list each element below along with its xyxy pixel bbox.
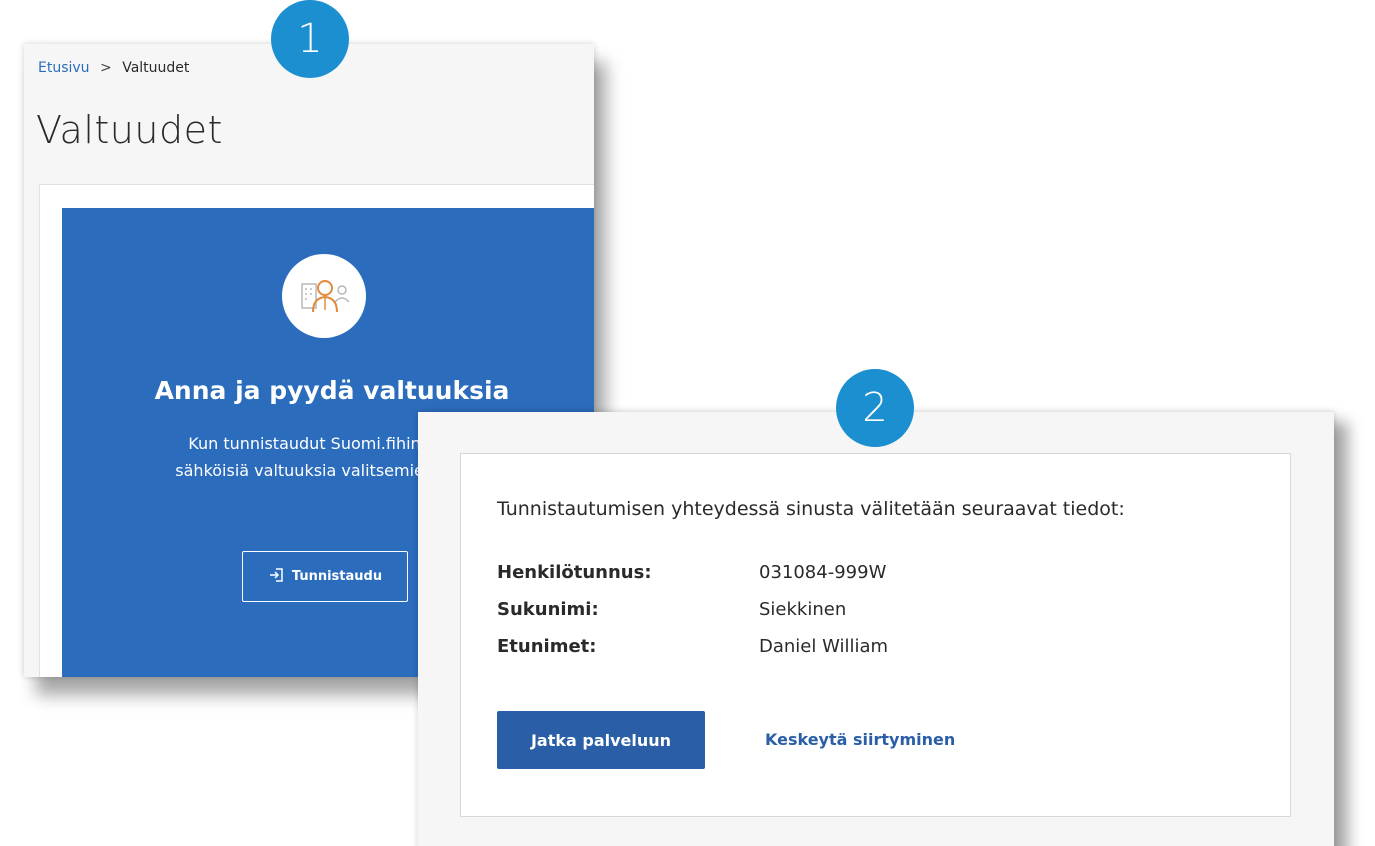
data-value: 031084-999W bbox=[759, 562, 887, 583]
breadcrumb-separator: > bbox=[100, 60, 112, 76]
breadcrumb-home-link[interactable]: Etusivu bbox=[38, 60, 90, 76]
step-badge-1: 1 bbox=[271, 0, 349, 78]
login-icon bbox=[268, 566, 286, 588]
breadcrumb-current: Valtuudet bbox=[122, 60, 190, 76]
data-value: Daniel William bbox=[759, 636, 889, 657]
data-label: Sukunimi: bbox=[497, 599, 599, 620]
screenshot-consent: Tunnistautumisen yhteydessä sinusta väli… bbox=[418, 412, 1334, 846]
cancel-transfer-link[interactable]: Keskeytä siirtyminen bbox=[765, 730, 955, 749]
consent-box: Tunnistautumisen yhteydessä sinusta väli… bbox=[460, 453, 1291, 817]
data-label: Henkilötunnus: bbox=[497, 562, 652, 583]
data-value: Siekkinen bbox=[759, 599, 847, 620]
page-title: Valtuudet bbox=[36, 108, 223, 152]
identify-button[interactable]: Tunnistaudu bbox=[242, 551, 408, 602]
consent-heading: Tunnistautumisen yhteydessä sinusta väli… bbox=[497, 498, 1125, 520]
breadcrumb: Etusivu > Valtuudet bbox=[38, 60, 189, 76]
person-with-building-icon bbox=[282, 254, 366, 338]
identify-button-label: Tunnistaudu bbox=[291, 569, 383, 584]
data-label: Etunimet: bbox=[497, 636, 597, 657]
continue-to-service-button[interactable]: Jatka palveluun bbox=[497, 711, 705, 769]
step-badge-2: 2 bbox=[836, 369, 914, 447]
card-title: Anna ja pyydä valtuuksia bbox=[154, 376, 510, 405]
